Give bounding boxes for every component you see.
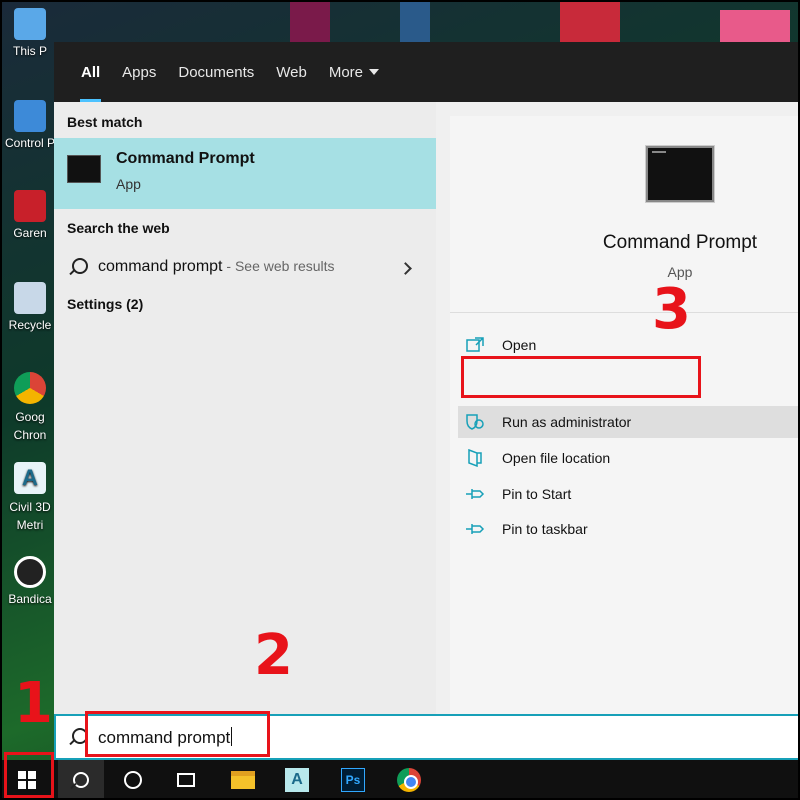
best-match-name: Command Prompt [116, 150, 255, 167]
search-web-heading: Search the web [67, 220, 170, 236]
desktop-icon-google-chrome[interactable]: Goog Chron [0, 372, 60, 444]
action-label: Pin to Start [502, 486, 572, 502]
photoshop-button[interactable]: Ps [330, 760, 376, 800]
cortana-button[interactable] [110, 760, 156, 800]
details-pane: Command Prompt App Open Run as administr… [450, 116, 800, 714]
chrome-icon [14, 372, 46, 404]
wallpaper-shape [290, 0, 330, 42]
command-prompt-icon [646, 146, 714, 202]
desktop-icon-bandicam[interactable]: Bandica [0, 556, 60, 606]
annotation-number-2: 2 [254, 623, 293, 688]
folder-icon [231, 771, 255, 789]
tab-label: Web [276, 63, 307, 81]
desktop-icon-label: This P [12, 44, 47, 58]
tab-documents[interactable]: Documents [167, 42, 265, 102]
action-pin-to-taskbar[interactable]: Pin to taskbar [464, 513, 800, 545]
wallpaper-shape [720, 10, 790, 42]
chrome-icon [397, 768, 421, 792]
file-explorer-button[interactable] [220, 760, 266, 800]
annotation-box-step-1 [4, 752, 54, 798]
pin-icon [464, 520, 486, 538]
bandicam-icon [14, 556, 46, 588]
wallpaper-shape [560, 0, 620, 42]
tab-label: More [328, 63, 364, 81]
tab-label: Apps [122, 63, 157, 81]
desktop-icon-label: Recycle [8, 318, 52, 332]
desktop-icon-civil-3d[interactable]: A Civil 3D Metri [0, 462, 60, 534]
desktop-icon-label: Garen [13, 226, 47, 240]
best-match-result[interactable]: Command Prompt App [54, 138, 436, 209]
desktop-icon-control-panel[interactable]: Control P [0, 100, 60, 150]
recycle-bin-icon [14, 282, 46, 314]
open-icon [464, 336, 486, 354]
divider [450, 312, 800, 313]
autocad-button[interactable]: A [274, 760, 320, 800]
tab-apps[interactable]: Apps [111, 42, 167, 102]
chevron-right-icon [399, 262, 412, 275]
search-icon [73, 772, 89, 788]
web-query: command prompt [98, 258, 223, 275]
pin-icon [464, 485, 486, 503]
chrome-button[interactable] [386, 760, 432, 800]
action-label: Pin to taskbar [502, 521, 588, 537]
garena-icon [14, 190, 46, 222]
desktop-icon-label: Bandica [8, 592, 52, 606]
cortana-icon [124, 771, 142, 789]
best-match-type: App [116, 176, 141, 192]
chevron-down-icon [369, 69, 380, 75]
desktop-icon-label: Civil 3D Metri [9, 500, 51, 532]
shield-icon [464, 413, 486, 431]
action-label: Open [502, 337, 537, 353]
desktop-icon-this-pc[interactable]: This P [0, 8, 60, 58]
civil-3d-icon: A [14, 462, 46, 494]
annotation-box-step-3 [461, 356, 701, 398]
task-view-button[interactable] [163, 760, 209, 800]
tab-web[interactable]: Web [265, 42, 318, 102]
web-result-suffix: - See web results [222, 258, 335, 274]
action-pin-to-start[interactable]: Pin to Start [464, 478, 800, 510]
search-button[interactable] [58, 760, 104, 800]
control-panel-icon [14, 100, 46, 132]
search-filter-tabs: All Apps Documents Web More [54, 42, 800, 102]
tab-label: All [81, 63, 101, 81]
action-label: Open file location [502, 450, 611, 466]
settings-group[interactable]: Settings (2) [67, 296, 143, 312]
web-search-result[interactable]: command prompt - See web results [54, 250, 436, 286]
desktop-icon-garena[interactable]: Garen [0, 190, 60, 240]
action-run-as-administrator[interactable]: Run as administrator [458, 406, 800, 438]
annotation-number-3: 3 [652, 277, 691, 342]
action-open-file-location[interactable]: Open file location [464, 442, 800, 474]
best-match-heading: Best match [67, 114, 143, 130]
wallpaper-shape [400, 0, 430, 42]
autocad-icon: A [285, 768, 309, 792]
results-pane: Best match Command Prompt App Search the… [54, 102, 436, 714]
tab-label: Documents [178, 63, 255, 81]
detail-app-name: Command Prompt [602, 232, 758, 253]
desktop-icon-recycle-bin[interactable]: Recycle [0, 282, 60, 332]
desktop-icon-label: Goog Chron [13, 410, 47, 442]
tab-more[interactable]: More [318, 42, 390, 102]
detail-app-type: App [667, 264, 693, 280]
search-icon [72, 258, 88, 274]
file-location-icon [464, 449, 486, 467]
taskbar: A Ps [0, 760, 800, 800]
computer-icon [14, 8, 46, 40]
tab-all[interactable]: All [70, 42, 111, 102]
command-prompt-icon [67, 155, 101, 183]
desktop-icon-label: Control P [4, 136, 56, 150]
annotation-box-step-2 [85, 711, 270, 757]
action-label: Run as administrator [502, 414, 632, 430]
photoshop-icon: Ps [341, 768, 365, 792]
annotation-number-1: 1 [14, 671, 53, 736]
task-view-icon [177, 773, 195, 787]
